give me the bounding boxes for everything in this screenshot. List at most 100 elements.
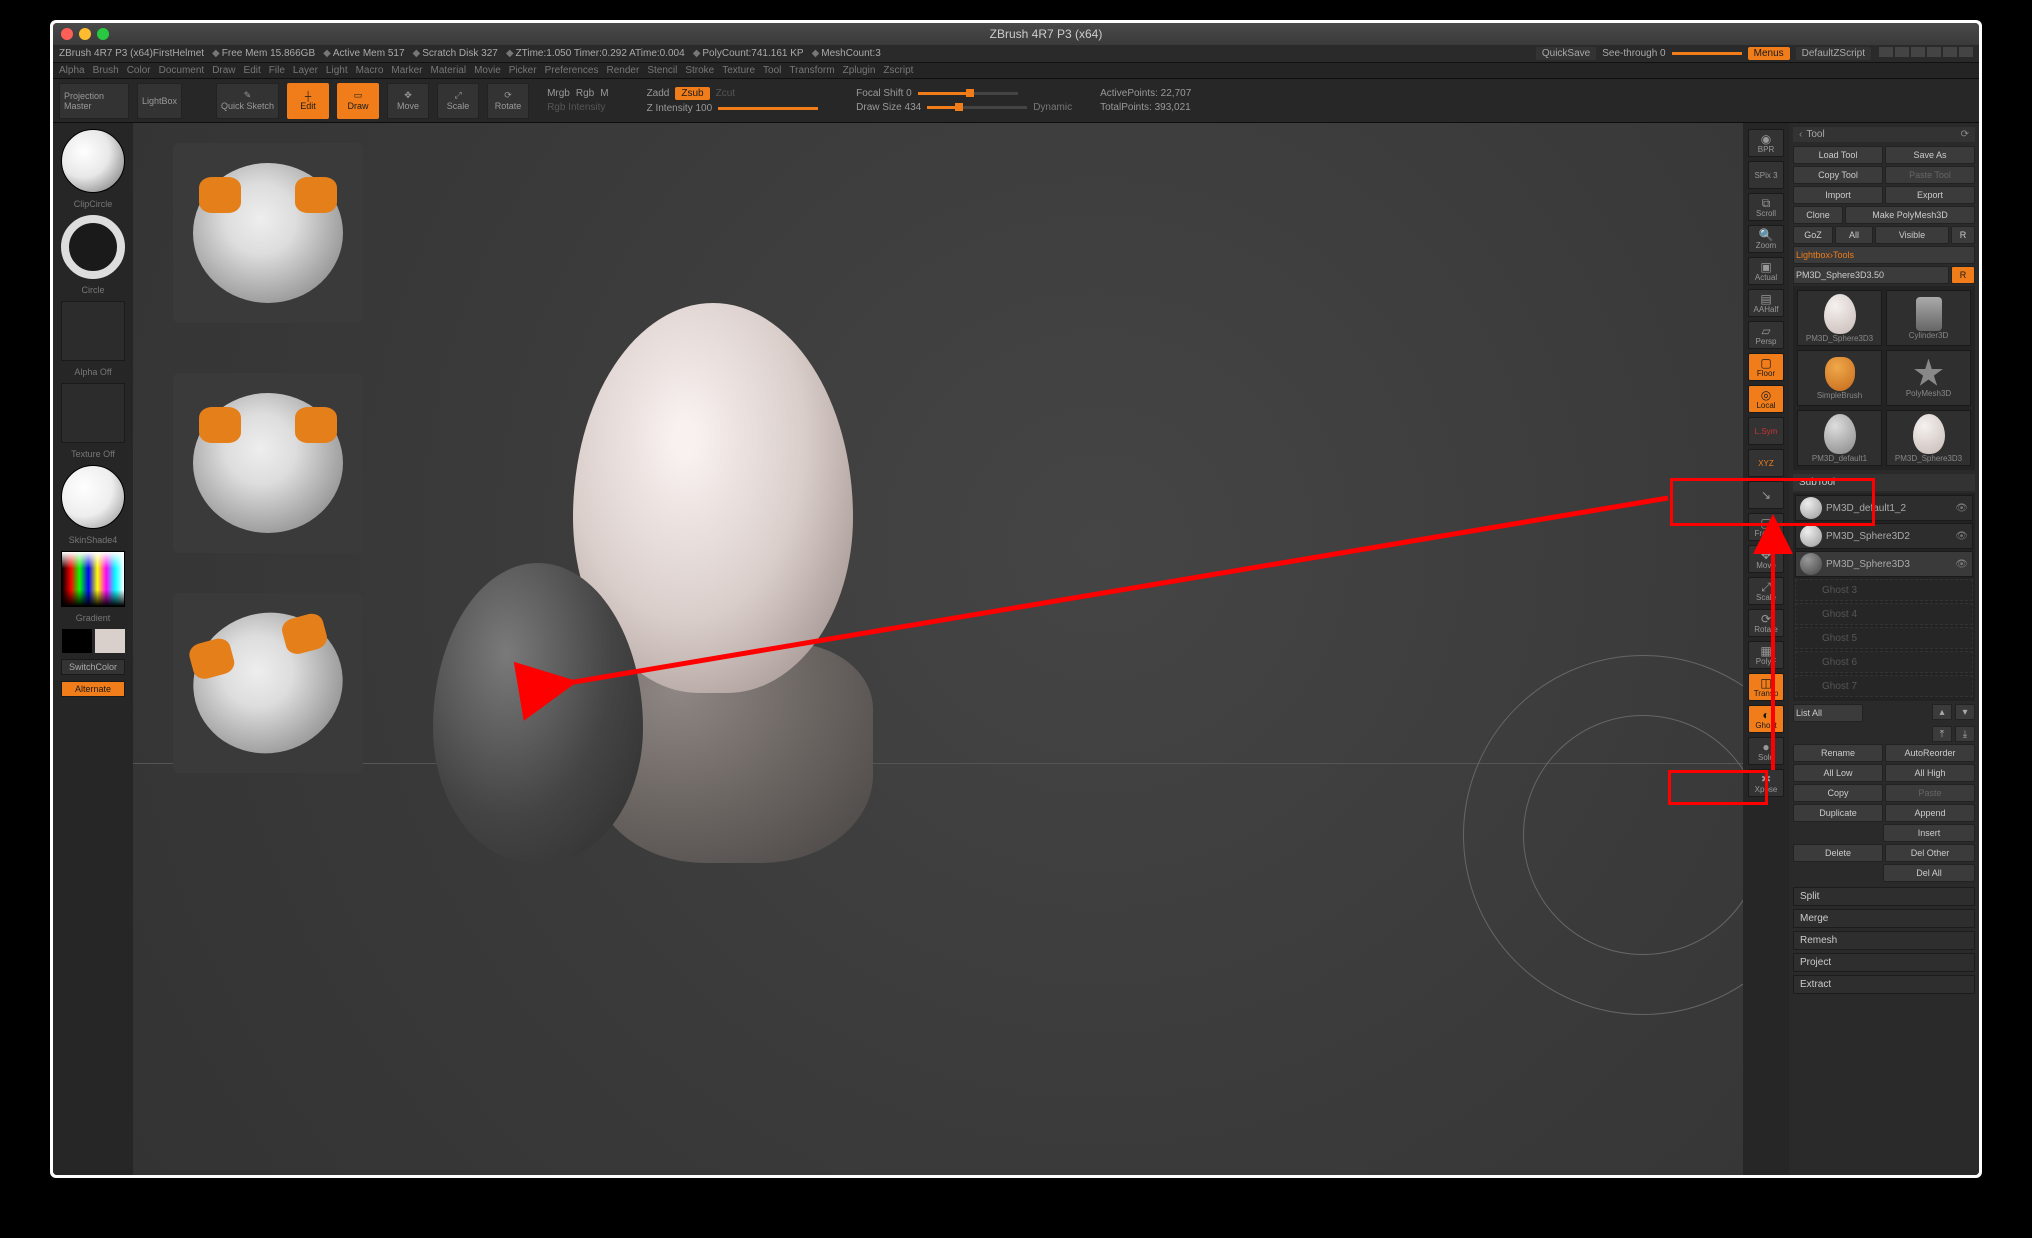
actual-button[interactable]: ▣Actual [1748,257,1784,285]
move-button[interactable]: ✥Move [387,83,429,119]
rotate-button[interactable]: ⟳Rotate [487,83,529,119]
zsub-button[interactable]: Zsub [675,87,709,100]
listall-button[interactable]: List All [1793,704,1863,722]
import-button[interactable]: Import [1793,186,1883,204]
paste-tool-button[interactable]: Paste Tool [1885,166,1975,184]
merge-section[interactable]: Merge [1793,909,1975,928]
menu-material[interactable]: Material [431,65,467,76]
menu-picker[interactable]: Picker [509,65,537,76]
menu-document[interactable]: Document [159,65,205,76]
menu-stencil[interactable]: Stencil [647,65,677,76]
menu-render[interactable]: Render [607,65,640,76]
tool-thumb-polymesh[interactable]: PolyMesh3D [1886,350,1971,406]
edit-button[interactable]: ┼Edit [287,83,329,119]
duplicate-button[interactable]: Duplicate [1793,804,1883,822]
menu-zscript[interactable]: Zscript [883,65,913,76]
seethrough-label[interactable]: See-through 0 [1602,48,1665,59]
tool-name-field[interactable]: PM3D_Sphere3D3.50 [1793,266,1949,284]
menu-marker[interactable]: Marker [391,65,422,76]
scroll-button[interactable]: ⧉Scroll [1748,193,1784,221]
zcut-button[interactable]: Zcut [716,88,735,99]
rgb-intensity-slider[interactable]: Rgb Intensity [547,102,605,113]
move-view-button[interactable]: ✥Move [1748,545,1784,573]
clone-button[interactable]: Clone [1793,206,1843,224]
insert-button[interactable]: Insert [1883,824,1975,842]
menu-edit[interactable]: Edit [244,65,261,76]
ghost-button[interactable]: ◐Ghost [1748,705,1784,733]
paste-subtool-button[interactable]: Paste [1885,784,1975,802]
tool-r-button[interactable]: R [1951,266,1975,284]
transp-button[interactable]: ◫Transp [1748,673,1784,701]
tool-thumb-sphere2[interactable]: PM3D_Sphere3D3 [1886,410,1971,466]
allhigh-button[interactable]: All High [1885,764,1975,782]
remesh-section[interactable]: Remesh [1793,931,1975,950]
quicksave-button[interactable]: QuickSave [1536,47,1596,60]
copy-subtool-button[interactable]: Copy [1793,784,1883,802]
focal-shift-slider[interactable]: Focal Shift 0 [856,88,912,99]
alllow-button[interactable]: All Low [1793,764,1883,782]
floor-button[interactable]: ▢Floor [1748,353,1784,381]
delete-button[interactable]: Delete [1793,844,1883,862]
maximize-icon[interactable] [97,28,109,40]
m-button[interactable]: M [600,88,608,99]
split-section[interactable]: Split [1793,887,1975,906]
xpose-button[interactable]: ✱Xpose [1748,769,1784,797]
lightbox-tools-button[interactable]: Lightbox›Tools [1793,246,1975,264]
switchcolor-button[interactable]: SwitchColor [61,659,125,675]
menu-stroke[interactable]: Stroke [685,65,714,76]
cam-arrow-button[interactable]: ↘ [1748,481,1784,509]
extract-section[interactable]: Extract [1793,975,1975,994]
viewport[interactable] [133,123,1743,1175]
eye-icon[interactable]: 👁 [1955,503,1968,514]
subtool-item-2[interactable]: PM3D_Sphere3D2👁 [1795,523,1973,549]
spix-button[interactable]: SPix 3 [1748,161,1784,189]
menu-macro[interactable]: Macro [356,65,384,76]
append-button[interactable]: Append [1885,804,1975,822]
zadd-button[interactable]: Zadd [647,88,670,99]
color-picker[interactable] [61,551,125,607]
subtool-item-1[interactable]: PM3D_default1_2👁 [1795,495,1973,521]
goz-button[interactable]: GoZ [1793,226,1833,244]
lightbox-button[interactable]: LightBox [137,83,182,119]
rotate-view-button[interactable]: ⟳Rotate [1748,609,1784,637]
menu-light[interactable]: Light [326,65,348,76]
scale-button[interactable]: ⤢Scale [437,83,479,119]
bpr-button[interactable]: ◉BPR [1748,129,1784,157]
eye-icon[interactable]: 👁 [1955,531,1968,542]
move-top-icon[interactable]: ⤒ [1932,726,1952,742]
goz-visible-button[interactable]: Visible [1875,226,1949,244]
mrgb-button[interactable]: Mrgb [547,88,570,99]
seethrough-slider[interactable] [1672,52,1742,55]
saveas-button[interactable]: Save As [1885,146,1975,164]
move-down-icon[interactable]: ▾ [1955,704,1975,720]
make-polymesh-button[interactable]: Make PolyMesh3D [1845,206,1975,224]
tool-thumb-default[interactable]: PM3D_default1 [1797,410,1882,466]
move-up-icon[interactable]: ▴ [1932,704,1952,720]
menu-alpha[interactable]: Alpha [59,65,85,76]
goz-r-button[interactable]: R [1951,226,1975,244]
menu-brush[interactable]: Brush [93,65,119,76]
solo-button[interactable]: ●Solo [1748,737,1784,765]
stroke-swatch[interactable] [61,215,125,279]
aahalf-button[interactable]: ▤AAHalf [1748,289,1784,317]
export-button[interactable]: Export [1885,186,1975,204]
subtool-item-3[interactable]: PM3D_Sphere3D3👁 [1795,551,1973,577]
draw-button[interactable]: ▭Draw [337,83,379,119]
minimize-icon[interactable] [79,28,91,40]
projection-master-button[interactable]: Projection Master [59,83,129,119]
menu-preferences[interactable]: Preferences [545,65,599,76]
tool-thumb-brush[interactable]: SimpleBrush [1797,350,1882,406]
tool-thumb-cylinder[interactable]: Cylinder3D [1886,290,1971,346]
draw-size-slider[interactable]: Draw Size 434 [856,102,921,113]
eye-icon[interactable]: 👁 [1955,559,1968,570]
load-tool-button[interactable]: Load Tool [1793,146,1883,164]
dynamic-toggle[interactable]: Dynamic [1033,102,1072,113]
menus-button[interactable]: Menus [1748,47,1790,60]
lsym-button[interactable]: L.Sym [1748,417,1784,445]
rgb-button[interactable]: Rgb [576,88,594,99]
menu-draw[interactable]: Draw [212,65,235,76]
z-intensity-slider[interactable]: Z Intensity 100 [647,103,713,114]
xyz-button[interactable]: XYZ [1748,449,1784,477]
delother-button[interactable]: Del Other [1885,844,1975,862]
persp-button[interactable]: ▱Persp [1748,321,1784,349]
